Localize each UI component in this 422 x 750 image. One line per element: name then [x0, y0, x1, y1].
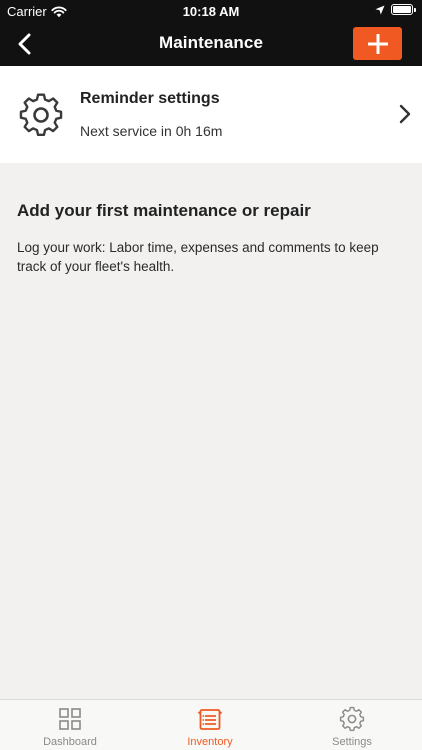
tab-inventory-label: Inventory [187, 736, 233, 748]
battery-icon [391, 4, 416, 15]
location-arrow-icon [375, 5, 385, 14]
status-bar: Carrier 10:18 AM [0, 0, 422, 22]
gear-icon [339, 706, 365, 732]
plus-icon [367, 33, 388, 54]
tab-inventory[interactable]: Inventory [140, 700, 280, 750]
reminder-title: Reminder settings [80, 90, 220, 107]
inventory-icon [197, 709, 223, 730]
reminder-settings-row[interactable]: Reminder settings Next service in 0h 16m [0, 66, 422, 163]
maintenance-screen: Carrier 10:18 AM Maintenance Reminder se… [0, 0, 422, 750]
tab-settings[interactable]: Settings [282, 700, 422, 750]
next-service-text: Next service in 0h 16m [80, 123, 223, 139]
nav-bar: Maintenance [0, 22, 422, 66]
tab-bar: Dashboard Inventory Settings [0, 699, 422, 750]
status-right [375, 4, 416, 15]
tab-settings-label: Settings [332, 736, 372, 748]
chevron-right-icon [399, 104, 411, 124]
gear-icon [19, 93, 63, 137]
tab-dashboard-label: Dashboard [43, 736, 97, 748]
grid-icon [59, 708, 81, 730]
add-maintenance-button[interactable] [353, 27, 402, 60]
empty-state-title: Add your first maintenance or repair [17, 201, 311, 220]
status-time: 10:18 AM [182, 4, 240, 19]
empty-state-description: Log your work: Labor time, expenses and … [17, 240, 379, 274]
tab-dashboard[interactable]: Dashboard [0, 700, 140, 750]
header: Carrier 10:18 AM Maintenance [0, 0, 422, 66]
